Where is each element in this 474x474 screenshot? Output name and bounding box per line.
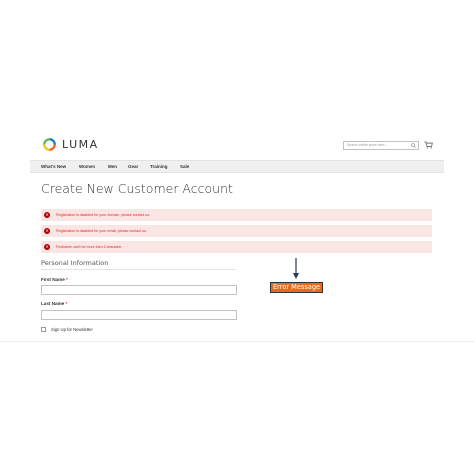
- search-placeholder: Search entire store here...: [347, 143, 388, 147]
- first-name-input[interactable]: [41, 285, 237, 295]
- divider: [0, 341, 474, 342]
- error-message-text: Firstname can't be more then 5 character: [56, 245, 122, 249]
- fieldset-title: Personal Information: [41, 259, 236, 270]
- arrow-down-icon: [293, 258, 299, 279]
- nav-item-women[interactable]: Women: [79, 163, 95, 171]
- search-input[interactable]: Search entire store here...: [343, 141, 419, 150]
- search-icon[interactable]: [411, 143, 416, 148]
- luma-logo-icon: [43, 138, 56, 151]
- newsletter-row: Sign Up for Newsletter: [41, 327, 93, 332]
- last-name-label-text: Last Name: [41, 301, 65, 306]
- error-message-text: Registration is disabled for your domain…: [56, 213, 151, 217]
- nav-item-training[interactable]: Training: [150, 163, 168, 171]
- first-name-label: First Name *: [41, 277, 68, 282]
- last-name-label: Last Name *: [41, 301, 67, 306]
- page: LUMA Search entire store here... What's …: [0, 0, 474, 474]
- nav-item-gear[interactable]: Gear: [128, 163, 138, 171]
- error-message: ✕ Firstname can't be more then 5 charact…: [41, 241, 432, 253]
- required-marker: *: [65, 301, 68, 306]
- page-title: Create New Customer Account: [41, 181, 233, 196]
- last-name-input[interactable]: [41, 310, 237, 320]
- error-icon: ✕: [44, 212, 50, 218]
- main-navigation: What's New Women Men Gear Training Sale: [30, 160, 444, 173]
- nav-item-sale[interactable]: Sale: [180, 163, 189, 171]
- cart-icon[interactable]: [424, 141, 433, 149]
- newsletter-label[interactable]: Sign Up for Newsletter: [51, 327, 93, 332]
- logo-text: LUMA: [62, 138, 99, 151]
- error-icon: ✕: [44, 228, 50, 234]
- luma-logo[interactable]: LUMA: [42, 137, 99, 152]
- error-message: ✕ Registration is disabled for your doma…: [41, 209, 432, 221]
- newsletter-checkbox[interactable]: [41, 327, 46, 332]
- error-icon: ✕: [44, 244, 50, 250]
- error-message: ✕ Registration is disabled for your emai…: [41, 225, 432, 237]
- first-name-label-text: First Name: [41, 277, 65, 282]
- required-marker: *: [66, 277, 68, 282]
- nav-item-whats-new[interactable]: What's New: [41, 163, 66, 171]
- error-message-text: Registration is disabled for your email,…: [56, 229, 147, 233]
- error-message-annotation: Error Message: [270, 282, 324, 293]
- nav-item-men[interactable]: Men: [108, 163, 117, 171]
